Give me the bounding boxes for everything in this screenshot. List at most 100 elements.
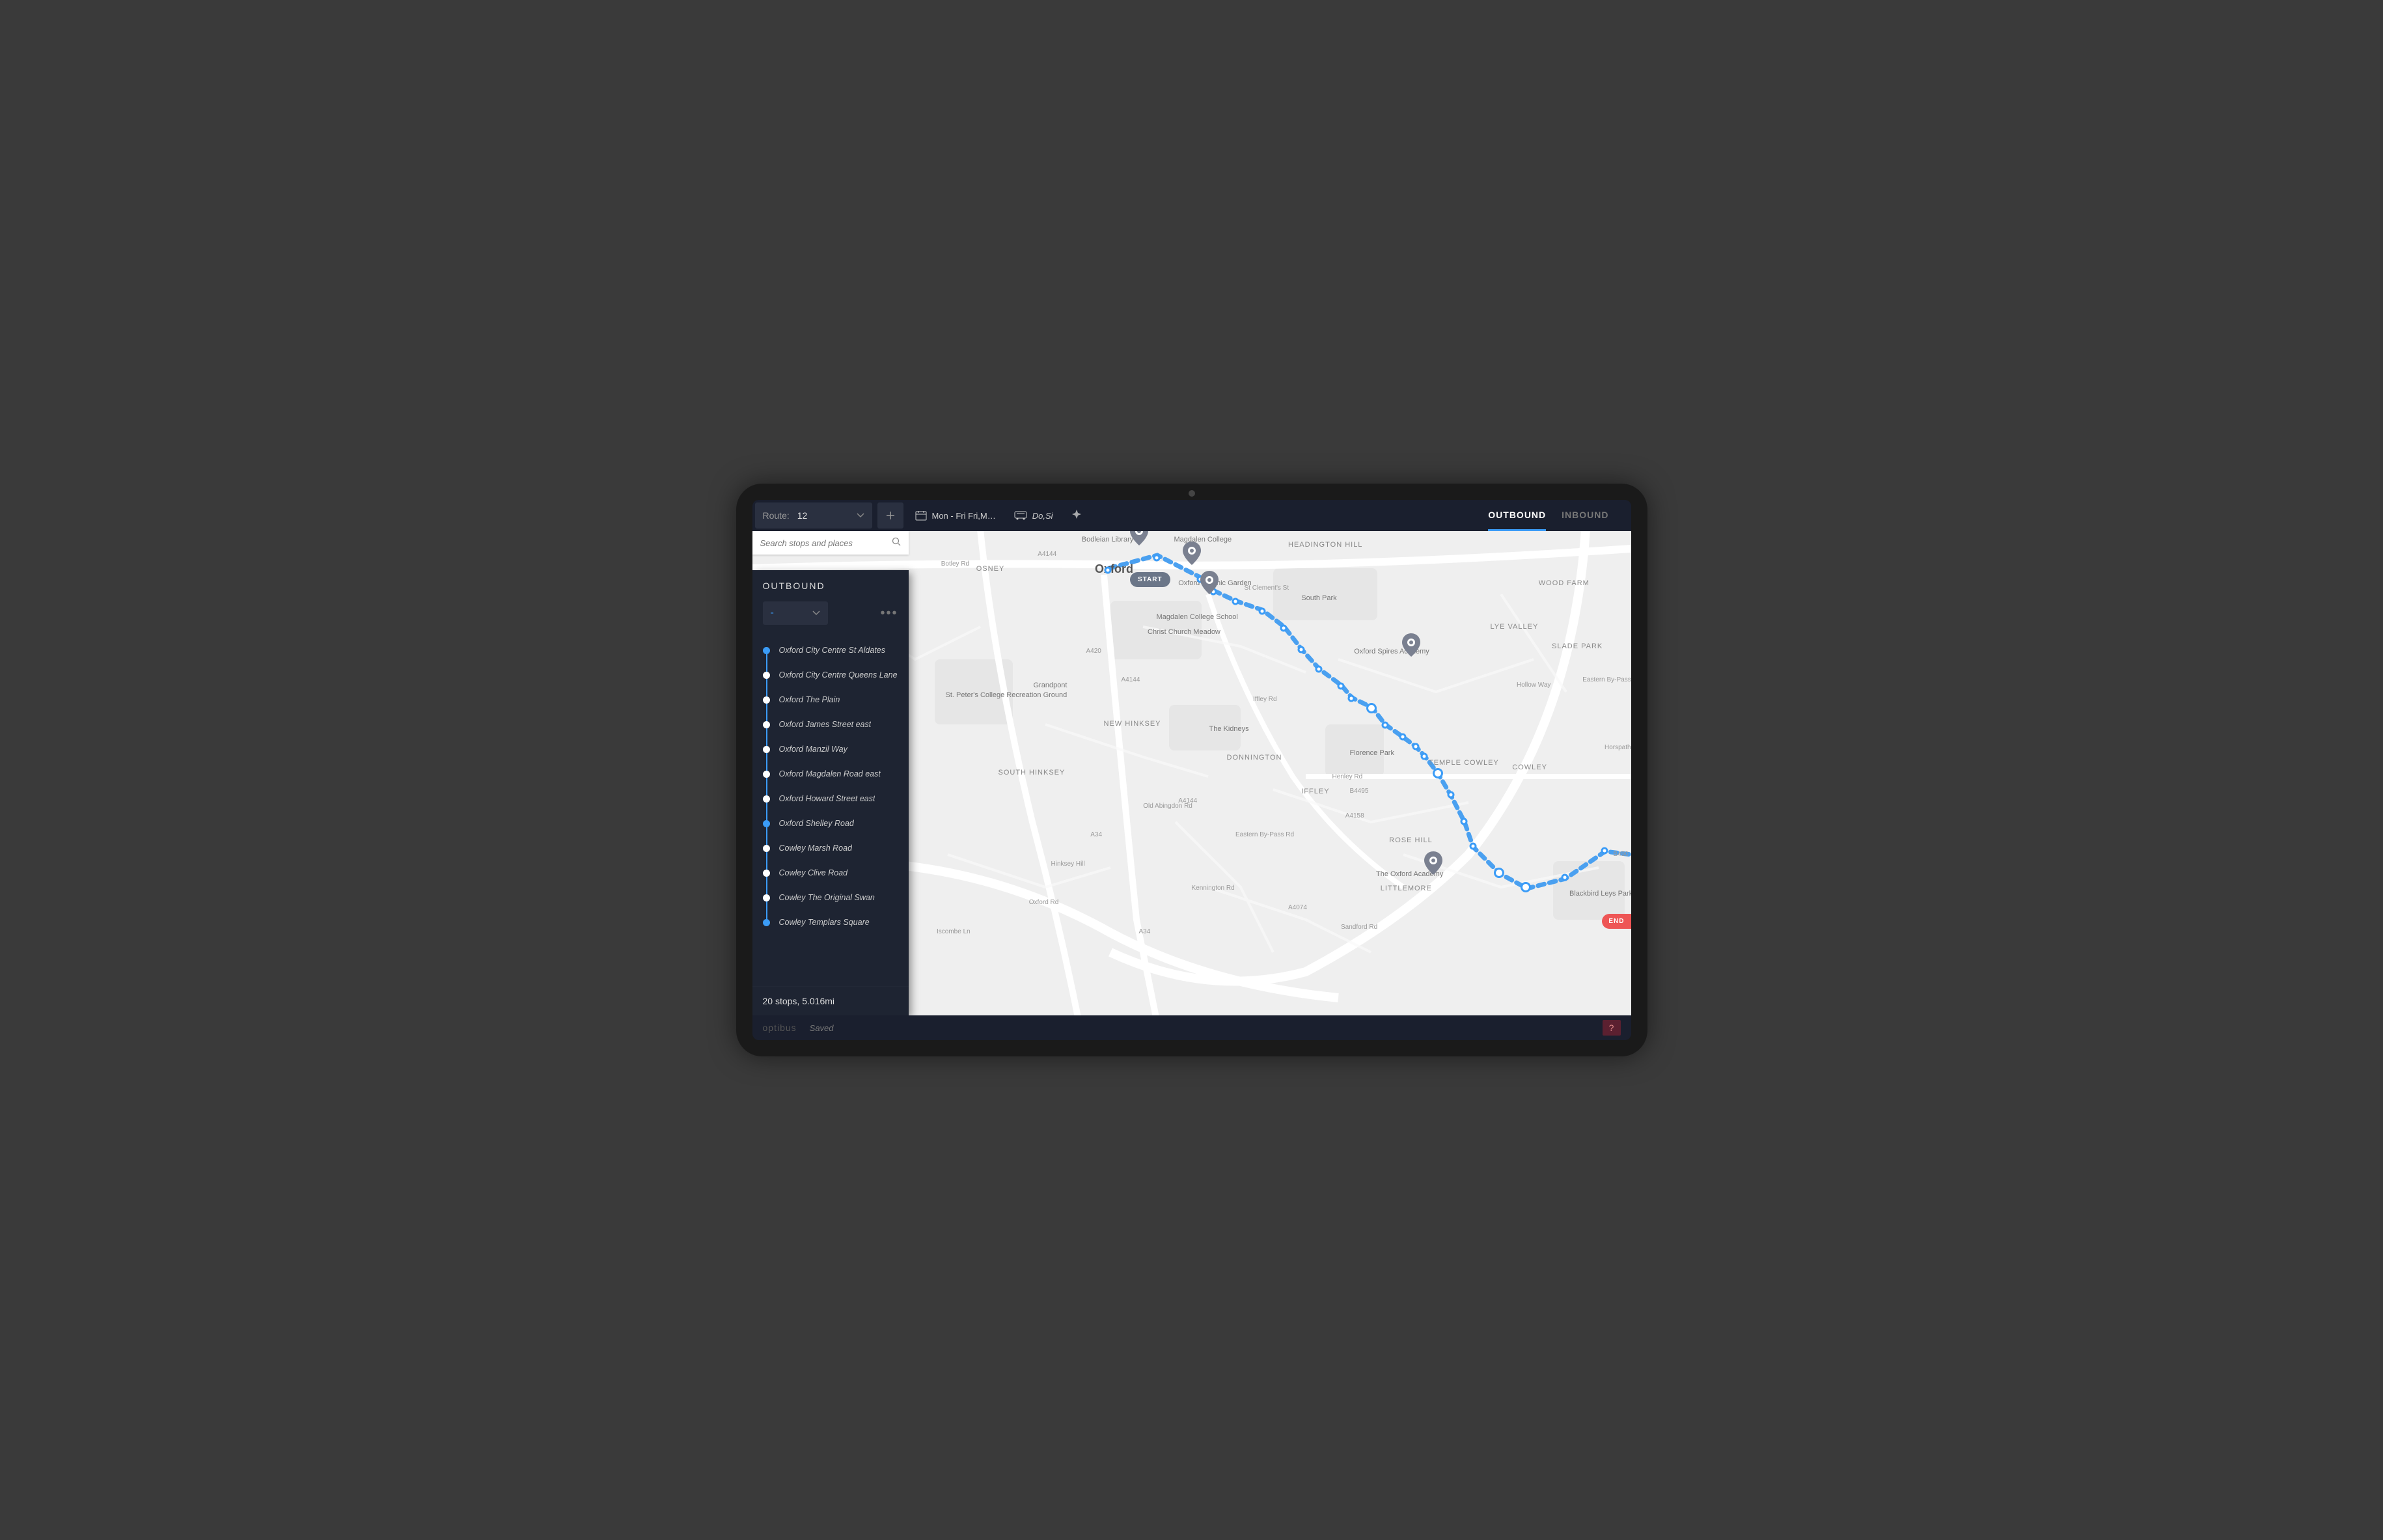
plus-icon [886,511,895,520]
route-stop-marker[interactable] [1412,743,1419,750]
map-road-label: Iffley Rd [1253,696,1277,703]
stop-item[interactable]: Oxford City Centre Queens Lane [763,663,898,687]
variant-selector[interactable]: - [763,601,828,625]
route-stop-marker[interactable] [1280,624,1288,631]
route-stop-marker[interactable] [1381,721,1388,728]
stop-dot-icon [763,870,770,877]
stop-dot-icon [763,919,770,926]
route-value: 12 [797,510,857,521]
route-stop-marker[interactable] [1469,842,1476,849]
map-district-label: ROSE HILL [1389,836,1432,844]
stop-dot-icon [763,746,770,753]
route-stop-marker[interactable] [1348,694,1355,702]
stop-item[interactable]: Oxford Shelley Road [763,811,898,836]
route-stop-marker[interactable] [1315,666,1323,673]
route-stop-marker[interactable] [1494,868,1504,878]
map-poi-label: Christ Church Meadow [1148,628,1220,636]
map-pin-icon[interactable] [1200,571,1219,594]
route-stop-marker[interactable] [1447,791,1454,799]
chevron-down-icon [857,510,864,521]
search-icon[interactable] [892,537,901,549]
route-selector[interactable]: Route: 12 [755,502,872,529]
stop-item[interactable]: Cowley The Original Swan [763,885,898,910]
map-road-label: Henley Rd [1332,773,1363,780]
map-road-label: Horspath Rd [1605,744,1631,751]
route-stop-marker[interactable] [1433,768,1443,778]
stop-name: Oxford City Centre Queens Lane [779,670,898,680]
map-pin-icon[interactable] [1183,542,1201,565]
schedule-selector[interactable]: Mon - Fri Fri,M… [909,510,1002,521]
route-stop-marker[interactable] [1366,703,1377,713]
stop-name: Oxford James Street east [779,720,872,729]
stop-dot-icon [763,795,770,803]
stop-item[interactable]: Oxford Manzil Way [763,737,898,762]
map-pin-icon[interactable] [1130,531,1148,545]
tool-button[interactable] [1065,509,1088,523]
vehicle-selector[interactable]: Do,Si [1008,511,1060,521]
route-stop-marker[interactable] [1338,683,1345,690]
tablet-camera [1189,490,1195,497]
map-road-label: A4074 [1288,904,1307,911]
map-poi-label: St. Peter's College Recreation Ground [946,691,1068,699]
stop-name: Cowley Marsh Road [779,844,853,853]
stop-dot-icon [763,672,770,679]
route-stop-marker[interactable] [1601,847,1608,855]
stop-name: Oxford The Plain [779,695,840,704]
route-stop-marker[interactable] [1521,882,1531,892]
start-badge: START [1130,572,1170,587]
add-button[interactable] [877,502,903,529]
route-stop-marker[interactable] [1258,607,1265,614]
stop-name: Cowley Templars Square [779,918,870,927]
route-stop-marker[interactable] [1399,734,1406,741]
brand-logo: optibus [763,1023,797,1033]
map-poi-label: Bodleian Library [1082,536,1134,543]
map-road-label: Hollow Way [1517,681,1550,689]
stop-item[interactable]: Cowley Marsh Road [763,836,898,860]
bus-icon [1014,511,1027,520]
map-poi-label: Blackbird Leys Park [1569,890,1631,898]
stop-item[interactable]: Oxford City Centre St Aldates [763,638,898,663]
map-road-label: A4158 [1345,812,1364,819]
stop-list[interactable]: Oxford City Centre St Aldates Oxford City… [752,633,909,986]
route-stop-marker[interactable] [1232,598,1239,605]
stop-item[interactable]: Oxford Magdalen Road east [763,762,898,786]
map-road-label: Botley Rd [941,560,969,568]
map-district-label: LITTLEMORE [1381,885,1432,892]
stop-item[interactable]: Oxford Howard Street east [763,786,898,811]
stop-item[interactable]: Cowley Clive Road [763,860,898,885]
stop-item[interactable]: Oxford The Plain [763,687,898,712]
route-stop-marker[interactable] [1153,554,1160,561]
map-district-label: DONNINGTON [1227,754,1282,762]
map-road-label: St Clement's St [1245,584,1289,592]
stop-name: Oxford Howard Street east [779,794,875,803]
map-district-label: WOOD FARM [1539,579,1590,587]
stop-dot-icon [763,721,770,728]
tab-outbound[interactable]: OUTBOUND [1488,501,1546,531]
search-bar [752,531,909,555]
route-stop-marker[interactable] [1298,646,1305,653]
route-stop-marker[interactable] [1461,818,1468,825]
route-stop-marker[interactable] [1562,873,1569,881]
search-input[interactable] [760,538,887,548]
route-stop-marker[interactable] [1421,752,1428,760]
map-pin-icon[interactable] [1402,633,1420,657]
tab-inbound[interactable]: INBOUND [1562,501,1608,531]
panel-summary: 20 stops, 5.016mi [752,986,909,1015]
map-pin-icon[interactable] [1424,851,1442,875]
map-district-label: SOUTH HINKSEY [999,769,1066,777]
more-menu-button[interactable]: ••• [880,606,898,621]
stop-dot-icon [763,647,770,654]
stop-item[interactable]: Oxford James Street east [763,712,898,737]
map-district-label: COWLEY [1512,763,1547,771]
route-stop-marker[interactable] [1105,566,1112,573]
help-button[interactable]: ? [1603,1020,1621,1036]
stop-dot-icon [763,894,770,901]
panel-header: OUTBOUND [752,570,909,601]
stop-name: Oxford Magdalen Road east [779,769,881,778]
stop-dot-icon [763,845,770,852]
map-district-label: IFFLEY [1301,788,1329,795]
chevron-down-icon [812,607,820,619]
map-poi-label: The Kidneys [1209,725,1249,733]
direction-tabs: OUTBOUND INBOUND [1488,501,1628,531]
stop-item[interactable]: Cowley Templars Square [763,910,898,935]
